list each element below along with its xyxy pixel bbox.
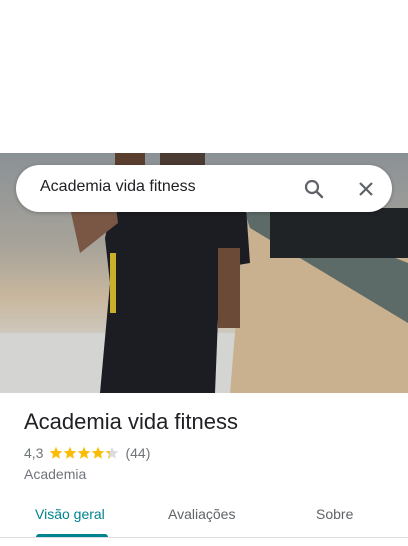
- search-input[interactable]: Academia vida fitness: [40, 178, 196, 196]
- star-icon: [50, 446, 63, 459]
- rating-value: 4,3: [24, 445, 44, 461]
- rating-row[interactable]: 4,3 (44): [24, 445, 150, 461]
- star-icon: [78, 446, 91, 459]
- tabs-divider: [0, 537, 408, 538]
- place-title: Academia vida fitness: [24, 409, 238, 434]
- search-bar[interactable]: Academia vida fitness: [16, 165, 392, 212]
- close-icon[interactable]: [354, 177, 378, 201]
- star-icon: [64, 446, 77, 459]
- tab-overview[interactable]: Visão geral: [35, 506, 105, 522]
- place-category[interactable]: Academia: [24, 466, 86, 482]
- tab-reviews[interactable]: Avaliações: [168, 506, 235, 522]
- tab-about[interactable]: Sobre: [316, 506, 353, 522]
- star-rating: [49, 446, 119, 460]
- star-icon: [92, 446, 105, 459]
- star-icon: [106, 446, 119, 459]
- search-icon[interactable]: [302, 177, 326, 201]
- review-count[interactable]: (44): [125, 445, 150, 461]
